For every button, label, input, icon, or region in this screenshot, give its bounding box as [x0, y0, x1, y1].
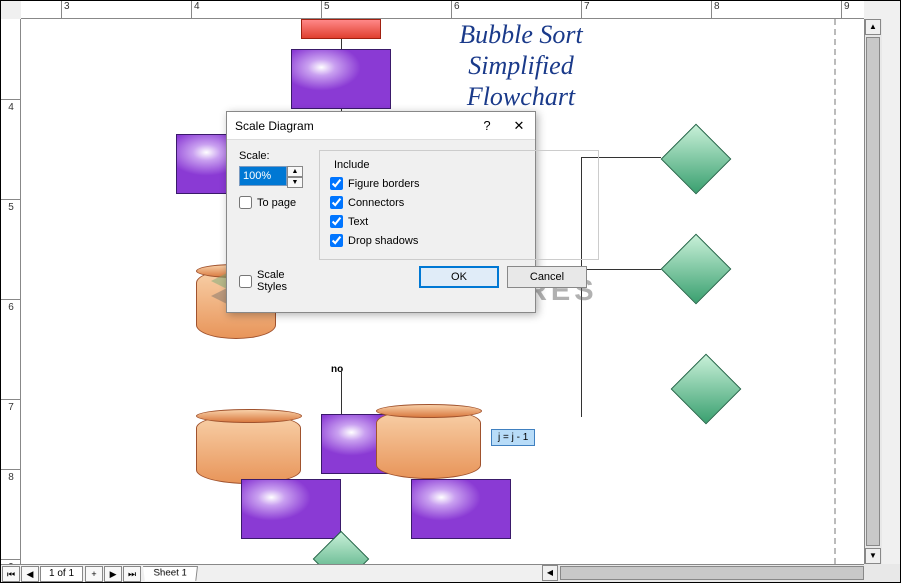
ruler-tick: 3 [61, 1, 70, 19]
flowchart-process[interactable] [241, 479, 341, 539]
to-page-checkbox[interactable]: To page [239, 196, 303, 209]
add-page-button[interactable]: + [85, 566, 103, 582]
scroll-thumb[interactable] [866, 37, 880, 546]
scale-diagram-dialog: Scale Diagram ? ✕ Scale: ▲▼ To page Scal… [226, 111, 536, 313]
cancel-button[interactable]: Cancel [507, 266, 587, 288]
ruler-tick: 8 [1, 469, 21, 483]
ruler-tick: 8 [711, 1, 720, 19]
ruler-tick: 4 [1, 99, 21, 113]
flowchart-cylinder[interactable] [196, 414, 301, 484]
ok-button[interactable]: OK [419, 266, 499, 288]
connector [341, 39, 342, 49]
scale-label: Scale: [239, 150, 303, 162]
include-label: Include [330, 159, 373, 171]
flowchart-decision[interactable] [671, 354, 742, 425]
corner [864, 564, 900, 582]
dialog-title: Scale Diagram [235, 119, 471, 133]
ruler-tick: 6 [451, 1, 460, 19]
ruler-tick: 7 [1, 399, 21, 413]
flowchart-decision[interactable] [661, 124, 732, 195]
ruler-horizontal: 3 4 5 6 7 8 9 [21, 1, 864, 19]
ruler-tick: 6 [1, 299, 21, 313]
sheet-tab[interactable]: Sheet 1 [143, 566, 198, 581]
figure-borders-checkbox[interactable]: Figure borders [330, 177, 588, 190]
help-button[interactable]: ? [471, 112, 503, 140]
connectors-checkbox[interactable]: Connectors [330, 196, 588, 209]
scroll-up-icon[interactable]: ▲ [865, 19, 881, 35]
last-page-button[interactable]: ⏭ [123, 566, 141, 582]
prev-page-button[interactable]: ◀ [21, 566, 39, 582]
close-button[interactable]: ✕ [503, 112, 535, 140]
page-boundary [834, 19, 836, 564]
connector [341, 369, 342, 419]
scroll-thumb[interactable] [560, 566, 864, 580]
ruler-tick: 5 [321, 1, 330, 19]
app-window: 3 4 5 6 7 8 9 4 5 6 7 8 9 Bubble Sort Si… [0, 0, 901, 583]
dialog-titlebar[interactable]: Scale Diagram ? ✕ [227, 112, 535, 140]
flowchart-cylinder[interactable] [376, 409, 481, 479]
scale-input[interactable] [239, 166, 287, 186]
ruler-tick: 7 [581, 1, 590, 19]
flowchart-decision[interactable] [661, 234, 732, 305]
horizontal-scrollbar[interactable]: ◀ ▶ [542, 564, 882, 582]
page-info: 1 of 1 [40, 566, 83, 582]
next-page-button[interactable]: ▶ [104, 566, 122, 582]
scroll-down-icon[interactable]: ▼ [865, 548, 881, 564]
drop-shadows-checkbox[interactable]: Drop shadows [330, 234, 588, 247]
include-group: Include Figure borders Connectors Text D… [319, 150, 599, 260]
spinner-up-icon[interactable]: ▲ [287, 166, 303, 177]
ruler-tick: 5 [1, 199, 21, 213]
text-checkbox[interactable]: Text [330, 215, 588, 228]
diagram-title: Bubble Sort Simplified Flowchart [421, 19, 621, 113]
corner [864, 1, 900, 19]
scale-styles-checkbox[interactable]: Scale Styles [239, 269, 303, 293]
first-page-button[interactable]: ⏮ [2, 566, 20, 582]
ruler-tick: 9 [841, 1, 850, 19]
ruler-tick: 4 [191, 1, 200, 19]
ruler-vertical: 4 5 6 7 8 9 [1, 19, 21, 564]
spinner-down-icon[interactable]: ▼ [287, 177, 303, 188]
flowchart-process[interactable] [291, 49, 391, 109]
flowchart-terminal[interactable] [301, 19, 381, 39]
flowchart-process[interactable] [411, 479, 511, 539]
scroll-left-icon[interactable]: ◀ [542, 565, 558, 581]
flowchart-label[interactable]: j = j - 1 [491, 429, 535, 446]
vertical-scrollbar[interactable]: ▲ ▼ [864, 19, 882, 564]
scale-spinner[interactable]: ▲▼ [287, 166, 303, 186]
